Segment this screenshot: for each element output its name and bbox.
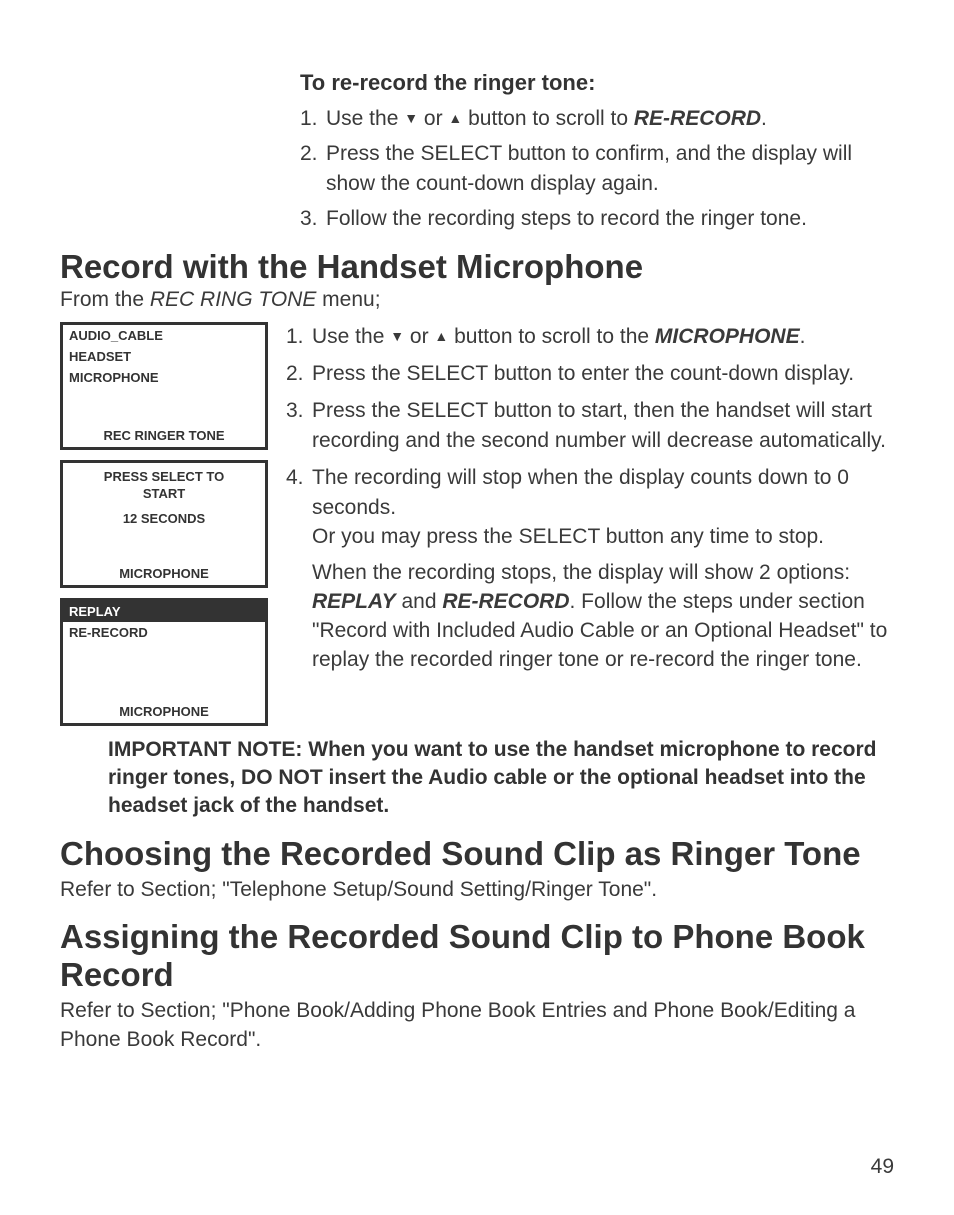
option-replay: REPLAY: [312, 590, 396, 613]
refer-text: Refer to Section; "Phone Book/Adding Pho…: [60, 996, 894, 1055]
menu-name: REC RING TONE: [150, 288, 316, 311]
lcd-footer: MICROPHONE: [63, 562, 265, 585]
lcd-line: START: [143, 486, 185, 501]
important-note: IMPORTANT NOTE: When you want to use the…: [108, 736, 894, 821]
section-choose-ringer-title: Choosing the Recorded Sound Clip as Ring…: [60, 835, 894, 873]
from-menu-line: From the REC RING TONE menu;: [60, 288, 894, 312]
step-text: Follow the recording steps to record the…: [326, 204, 894, 233]
lcd-screen-2: PRESS SELECT TO START 12 SECONDS MICROPH…: [60, 460, 268, 588]
target-re-record: RE-RECORD: [634, 107, 761, 130]
step-text: The recording will stop when the display…: [312, 463, 894, 551]
up-arrow-icon: ▲: [434, 327, 448, 347]
down-arrow-icon: ▼: [390, 327, 404, 347]
lcd-screen-1: AUDIO_CABLE HEADSET MICROPHONE REC RINGE…: [60, 322, 268, 450]
option-re-record: RE-RECORD: [442, 590, 569, 613]
step-text: Press the SELECT button to start, then t…: [312, 396, 894, 455]
step-num: 1.: [286, 322, 312, 351]
columns-layout: AUDIO_CABLE HEADSET MICROPHONE REC RINGE…: [60, 322, 894, 726]
step-4: 4. The recording will stop when the disp…: [286, 463, 894, 551]
steps-column: 1. Use the ▼ or ▲ button to scroll to th…: [286, 322, 894, 676]
lcd-line: AUDIO_CABLE: [63, 325, 265, 346]
re-record-heading: To re-record the ringer tone:: [300, 70, 894, 96]
refer-text: Refer to Section; "Telephone Setup/Sound…: [60, 875, 894, 904]
step-num: 2.: [300, 139, 326, 198]
re-record-steps: 1. Use the ▼ or ▲ button to scroll to RE…: [300, 104, 894, 234]
mic-steps: 1. Use the ▼ or ▲ button to scroll to th…: [286, 322, 894, 552]
lcd-line: HEADSET: [63, 346, 265, 367]
lcd-screen-3: REPLAY RE-RECORD MICROPHONE: [60, 598, 268, 726]
lcd-line: PRESS SELECT TO: [104, 469, 224, 484]
section-assign-phonebook-title: Assigning the Recorded Sound Clip to Pho…: [60, 918, 894, 994]
after-steps-paragraph: When the recording stops, the display wi…: [312, 559, 894, 675]
step-1: 1. Use the ▼ or ▲ button to scroll to RE…: [300, 104, 894, 133]
section-record-mic-title: Record with the Handset Microphone: [60, 248, 894, 286]
step-2: 2. Press the SELECT button to confirm, a…: [300, 139, 894, 198]
lcd-footer: MICROPHONE: [63, 700, 265, 723]
lcd-line: MICROPHONE: [63, 367, 265, 388]
step-num: 3.: [300, 204, 326, 233]
step-text: Use the ▼ or ▲ button to scroll to the M…: [312, 322, 894, 351]
step-1: 1. Use the ▼ or ▲ button to scroll to th…: [286, 322, 894, 351]
target-microphone: MICROPHONE: [655, 325, 800, 348]
step-3: 3. Press the SELECT button to start, the…: [286, 396, 894, 455]
step-num: 1.: [300, 104, 326, 133]
step-text: Press the SELECT button to confirm, and …: [326, 139, 894, 198]
step-3: 3. Follow the recording steps to record …: [300, 204, 894, 233]
step-2: 2. Press the SELECT button to enter the …: [286, 359, 894, 388]
step-num: 4.: [286, 463, 312, 551]
page-number: 49: [871, 1155, 894, 1179]
lcd-screens-column: AUDIO_CABLE HEADSET MICROPHONE REC RINGE…: [60, 322, 268, 726]
step-text: Use the ▼ or ▲ button to scroll to RE-RE…: [326, 104, 894, 133]
lcd-line: 12 SECONDS: [123, 511, 205, 526]
lcd-footer: REC RINGER TONE: [63, 424, 265, 447]
up-arrow-icon: ▲: [448, 109, 462, 129]
step-num: 3.: [286, 396, 312, 455]
lcd-line-highlighted: REPLAY: [63, 601, 265, 622]
down-arrow-icon: ▼: [404, 109, 418, 129]
step-num: 2.: [286, 359, 312, 388]
re-record-section: To re-record the ringer tone: 1. Use the…: [300, 70, 894, 234]
step-text: Press the SELECT button to enter the cou…: [312, 359, 894, 388]
lcd-line: RE-RECORD: [63, 622, 265, 643]
